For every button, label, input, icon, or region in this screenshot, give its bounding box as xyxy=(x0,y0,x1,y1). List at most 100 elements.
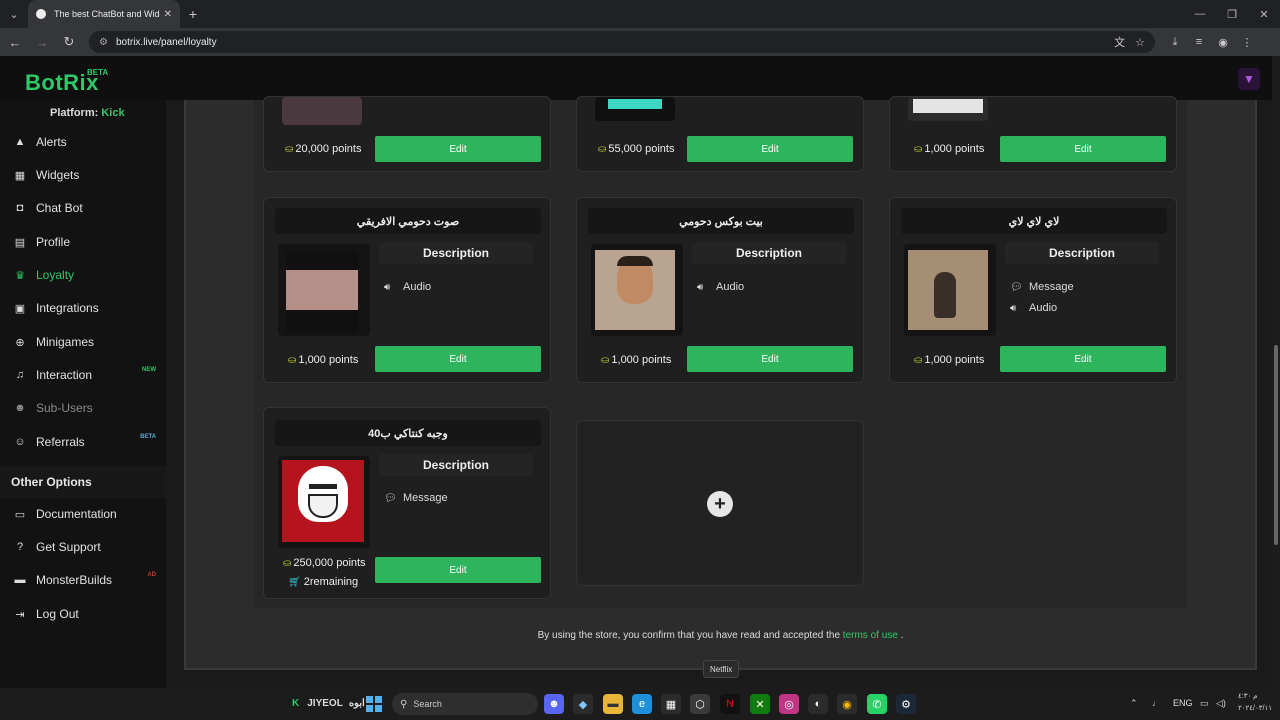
reward-card: ⛀ 1,000 points Edit xyxy=(889,96,1177,172)
site-info-icon[interactable]: ⚙ xyxy=(99,37,108,48)
profile-icon[interactable]: ◉ xyxy=(1211,30,1235,54)
other-options-heading: Other Options xyxy=(0,466,166,498)
sidebar-item-log-out[interactable]: ⇥ Log Out xyxy=(0,598,166,630)
reward-points: ⛀ 1,000 points xyxy=(601,354,672,366)
bookmark-star-icon[interactable]: ☆ xyxy=(1135,36,1145,49)
edit-button[interactable]: Edit xyxy=(1000,346,1166,372)
description-heading: Description xyxy=(379,454,533,476)
minimize-icon[interactable]: — xyxy=(1184,0,1216,28)
taskbar-widget[interactable]: K JIYEOL ابوه xyxy=(292,698,365,709)
sidebar-item-minigames[interactable]: ⊕ Minigames xyxy=(0,326,166,358)
sidebar-item-chat-bot[interactable]: ◘ Chat Bot xyxy=(0,192,166,224)
sidebar-item-monsterbuilds[interactable]: ▬ MonsterBuilds AD xyxy=(0,564,166,596)
platform-indicator: Platform: Kick xyxy=(50,107,125,119)
reward-title: لاي لاي لاي xyxy=(901,208,1167,234)
network-icon[interactable]: ▭ xyxy=(1200,698,1209,709)
chrome-icon[interactable]: ◉ xyxy=(837,694,857,714)
id-card-icon: ▤ xyxy=(14,236,26,249)
sidebar-item-integrations[interactable]: ▣ Integrations xyxy=(0,292,166,324)
referrals-icon: ☺ xyxy=(14,436,26,448)
chat-bubble-icon: 💬︎ xyxy=(384,492,397,504)
translate-icon[interactable]: 文 xyxy=(1114,34,1125,50)
back-icon[interactable]: ← xyxy=(3,30,27,54)
platform-value: Kick xyxy=(101,107,125,119)
xbox-icon[interactable]: ✕ xyxy=(750,694,770,714)
reward-title: وجبه كنتاكي ب40 xyxy=(275,420,541,446)
url-field[interactable]: ⚙ botrix.live/panel/loyalty 文 ☆ xyxy=(89,31,1155,53)
browser-tab[interactable]: The best ChatBot and Widgets ✕ xyxy=(28,0,180,28)
plus-icon[interactable]: + xyxy=(707,491,733,517)
sidebar-item-alerts[interactable]: ▲ Alerts xyxy=(0,126,166,158)
edit-button[interactable]: Edit xyxy=(687,346,853,372)
clock-time[interactable]: م ٤:٣٠ xyxy=(1238,692,1258,700)
media-icon[interactable]: ≡ xyxy=(1187,30,1211,54)
sidebar-item-widgets[interactable]: ▦ Widgets xyxy=(0,159,166,191)
maximize-icon[interactable]: ❐ xyxy=(1216,0,1248,28)
sidebar-item-get-support[interactable]: ? Get Support xyxy=(0,531,166,563)
whatsapp-icon[interactable]: ✆ xyxy=(867,694,887,714)
language-indicator[interactable]: ENG xyxy=(1173,698,1193,708)
book-icon: ▭ xyxy=(14,508,26,521)
windows-start-icon[interactable] xyxy=(366,696,382,712)
app-icon-2[interactable]: ◐ xyxy=(808,694,828,714)
reward-card: ⛀ 20,000 points Edit xyxy=(263,96,551,172)
sidebar-item-interaction[interactable]: ♫ Interaction NEW xyxy=(0,359,166,391)
tab-close-icon[interactable]: ✕ xyxy=(164,9,172,20)
url-text: botrix.live/panel/loyalty xyxy=(115,36,217,48)
taskbar-search[interactable]: ⚲ Search xyxy=(392,693,538,715)
reward-card: وجبه كنتاكي ب40 Description 💬︎ Message ⛀ 2… xyxy=(263,407,551,599)
volume-icon[interactable]: ◁) xyxy=(1216,698,1226,709)
netflix-icon[interactable]: N xyxy=(720,694,740,714)
edit-button[interactable]: Edit xyxy=(375,136,541,162)
reload-icon[interactable]: ↻ xyxy=(57,30,81,54)
reward-card: بيت بوكس دحومي Description 🔊︎ Audio ⛀ 1,00… xyxy=(576,197,864,383)
coins-icon: ⛀ xyxy=(914,354,923,366)
warning-icon: ▲ xyxy=(14,136,26,148)
edit-button[interactable]: Edit xyxy=(375,557,541,583)
scrollbar-thumb[interactable] xyxy=(1274,345,1278,545)
store-icon[interactable]: ▦ xyxy=(661,694,681,714)
app-icon[interactable]: ⬡ xyxy=(690,694,710,714)
discord-icon[interactable]: ☻ xyxy=(544,694,564,714)
sidebar-item-referrals[interactable]: ☺ Referrals BETA xyxy=(0,426,166,458)
instagram-icon[interactable]: ◎ xyxy=(779,694,799,714)
forward-icon[interactable]: → xyxy=(30,30,54,54)
feature-message: 💬︎ Message xyxy=(384,492,448,504)
sidebar-item-profile[interactable]: ▤ Profile xyxy=(0,226,166,258)
tray-chevron-icon[interactable]: ⌃ xyxy=(1130,698,1138,709)
reward-title: بيت بوكس دحومي xyxy=(588,208,854,234)
coins-icon: ⛀ xyxy=(283,557,292,569)
sidebar-item-documentation[interactable]: ▭ Documentation xyxy=(0,498,166,530)
sidebar-item-loyalty[interactable]: ♛ Loyalty xyxy=(0,259,166,291)
new-tab-button[interactable]: + xyxy=(180,6,206,22)
close-window-icon[interactable]: ✕ xyxy=(1248,0,1280,28)
menu-kebab-icon[interactable]: ⋮ xyxy=(1235,30,1259,54)
grid-icon: ▦ xyxy=(14,169,26,182)
address-bar: ← → ↻ ⚙ botrix.live/panel/loyalty 文 ☆ ⤓ … xyxy=(0,28,1280,56)
question-icon: ? xyxy=(16,541,24,553)
tab-search-icon[interactable]: ⌄ xyxy=(0,0,28,28)
edit-button[interactable]: Edit xyxy=(375,346,541,372)
edge-icon[interactable]: e xyxy=(632,694,652,714)
clock-date[interactable]: ٢٠٢٤/٠٣/١١ xyxy=(1238,704,1272,712)
terms-of-use-link[interactable]: terms of use xyxy=(843,630,898,641)
download-icon[interactable]: ⤓ xyxy=(1163,30,1187,54)
edit-button[interactable]: Edit xyxy=(687,136,853,162)
sidebar-item-sub-users[interactable]: ☻ Sub-Users xyxy=(0,392,166,424)
reward-points: ⛀ 1,000 points xyxy=(288,354,359,366)
microphone-icon[interactable]: ♩ xyxy=(1152,698,1161,708)
copilot-icon[interactable]: ◆ xyxy=(573,694,593,714)
taskbar-tooltip: Netflix xyxy=(703,660,740,678)
steam-icon[interactable]: ⚙ xyxy=(896,694,916,714)
description-heading: Description xyxy=(379,242,533,264)
reward-card: لاي لاي لاي Description 💬︎ Message 🔊︎ Audi… xyxy=(889,197,1177,383)
reward-thumbnail xyxy=(908,97,988,121)
coins-icon: ⛀ xyxy=(288,354,297,366)
gamepad-icon: ⊕ xyxy=(15,336,25,349)
laptop-icon: ▬ xyxy=(14,574,26,586)
description-heading: Description xyxy=(1005,242,1159,264)
user-avatar[interactable]: ▼ xyxy=(1238,68,1260,90)
file-explorer-icon[interactable]: ▬ xyxy=(603,694,623,714)
beta-badge: BETA xyxy=(87,68,109,77)
edit-button[interactable]: Edit xyxy=(1000,136,1166,162)
